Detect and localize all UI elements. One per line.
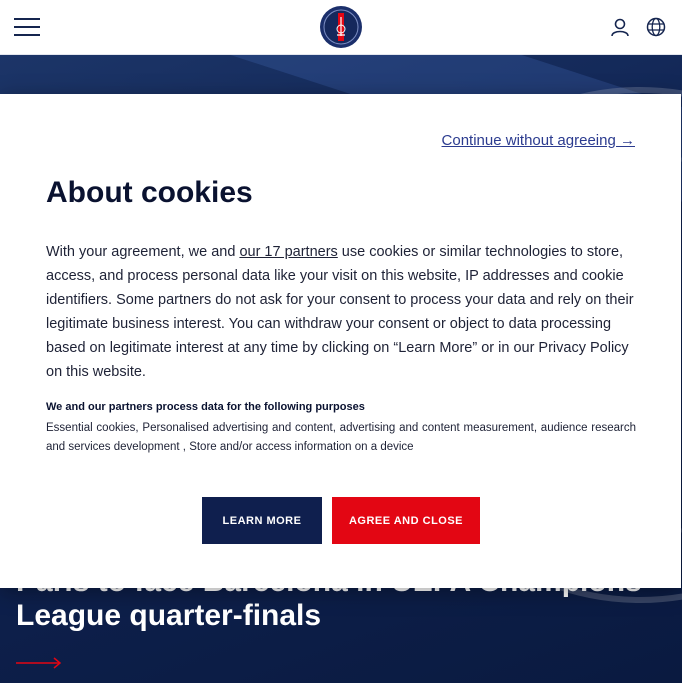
dialog-title: About cookies	[46, 176, 253, 209]
continue-without-agreeing-link[interactable]: Continue without agreeing →	[442, 132, 635, 149]
consent-text-body: use cookies or similar technologies to s…	[46, 244, 634, 380]
hamburger-menu-icon[interactable]	[14, 18, 40, 36]
psg-crest-logo[interactable]	[319, 5, 363, 49]
top-navigation-bar	[0, 0, 682, 55]
agree-and-close-button[interactable]: Agree and close	[332, 497, 480, 544]
consent-description: With your agreement, we and our 17 partn…	[46, 240, 636, 384]
purposes-heading: We and our partners process data for the…	[46, 401, 365, 413]
globe-icon[interactable]	[646, 17, 666, 37]
learn-more-button[interactable]: Learn more	[202, 497, 322, 544]
consent-text-intro: With your agreement, we and	[46, 244, 240, 260]
long-arrow-right-icon[interactable]	[16, 657, 62, 669]
purposes-list: Essential cookies, Personalised advertis…	[46, 422, 636, 453]
partners-link[interactable]: our 17 partners	[239, 244, 337, 260]
cookie-consent-dialog: Continue without agreeing → About cookie…	[0, 94, 681, 588]
user-icon[interactable]	[610, 17, 630, 37]
